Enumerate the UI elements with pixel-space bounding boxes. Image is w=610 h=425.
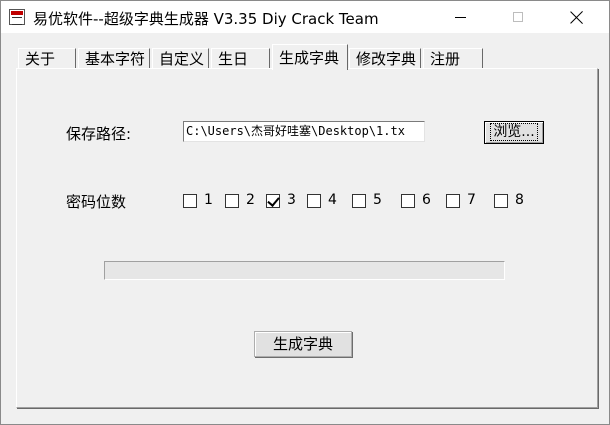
maximize-button[interactable] — [495, 1, 541, 33]
tab-panel — [16, 68, 598, 408]
digit-label-4: 4 — [328, 192, 337, 208]
tab-about[interactable]: 关于 — [18, 48, 76, 68]
digit-checkbox-1[interactable] — [183, 194, 197, 208]
digit-label-1: 1 — [204, 192, 213, 208]
save-path-label: 保存路径: — [66, 125, 132, 143]
save-path-input[interactable]: C:\Users\杰哥好哇塞\Desktop\1.tx — [183, 121, 425, 142]
digit-checkbox-6[interactable] — [401, 194, 415, 208]
maximize-icon — [513, 12, 523, 22]
window-title: 易优软件--超级字典生成器 V3.35 Diy Crack Team — [33, 10, 379, 28]
digit-checkbox-3[interactable] — [266, 194, 280, 208]
check-icon — [267, 194, 280, 207]
app-icon[interactable] — [9, 9, 25, 25]
digit-label-5: 5 — [373, 192, 382, 208]
tab-basic-chars[interactable]: 基本字符 — [78, 48, 150, 68]
tab-register[interactable]: 注册 — [423, 48, 483, 68]
tab-modify-dictionary[interactable]: 修改字典 — [349, 48, 421, 68]
digit-label-3: 3 — [287, 192, 296, 208]
minimize-button[interactable] — [437, 1, 483, 33]
password-digits-label: 密码位数 — [66, 193, 127, 211]
tab-birthday[interactable]: 生日 — [211, 48, 270, 68]
digit-checkbox-7[interactable] — [446, 194, 460, 208]
close-button[interactable] — [554, 1, 600, 33]
generate-dictionary-button[interactable]: 生成字典 — [254, 331, 352, 357]
progress-bar — [104, 261, 505, 280]
tab-custom[interactable]: 自定义 — [152, 48, 209, 68]
digit-checkbox-2[interactable] — [225, 194, 239, 208]
digit-checkbox-5[interactable] — [352, 194, 366, 208]
close-icon — [570, 10, 584, 24]
digit-checkbox-4[interactable] — [307, 194, 321, 208]
digit-label-8: 8 — [515, 192, 524, 208]
digit-label-6: 6 — [422, 192, 431, 208]
digit-label-2: 2 — [246, 192, 255, 208]
browse-button[interactable]: 浏览... — [484, 121, 544, 144]
minimize-icon — [454, 16, 466, 18]
digit-label-7: 7 — [467, 192, 476, 208]
tab-generate-dictionary[interactable]: 生成字典 — [272, 44, 348, 70]
title-bar[interactable]: 易优软件--超级字典生成器 V3.35 Diy Crack Team — [1, 1, 609, 33]
digit-checkbox-8[interactable] — [494, 194, 508, 208]
